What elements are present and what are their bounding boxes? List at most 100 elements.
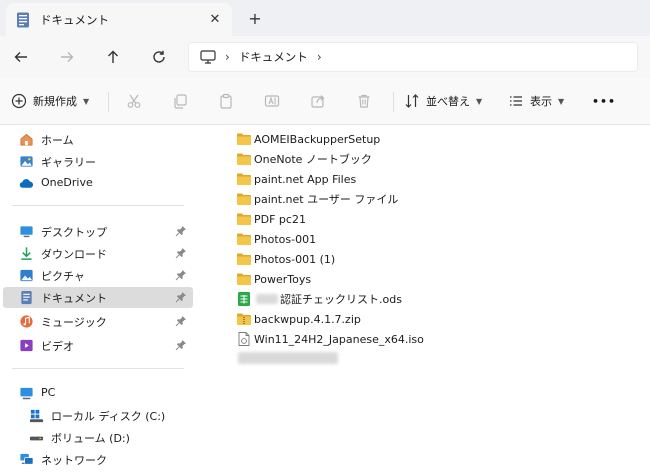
sidebar-item-pc[interactable]: PC [3,383,193,404]
sidebar-item-network[interactable]: ネットワーク [3,449,193,470]
redacted-text [256,294,278,304]
sidebar-item-home[interactable]: ホーム [3,129,193,150]
gallery-icon [20,156,33,167]
file-item[interactable]: PDF pc21 [236,209,536,229]
folder-icon [237,253,251,265]
rename-button[interactable] [264,90,280,112]
pin-icon[interactable] [175,315,187,327]
sidebar-item-local-disk-c[interactable]: ローカル ディスク (C:) [3,405,193,426]
sidebar-item-label: ピクチャ [41,270,85,283]
share-button[interactable] [310,90,326,112]
more-options-button[interactable]: ••• [592,90,616,112]
sidebar-item-music[interactable]: ミュージック [3,311,193,332]
file-list: AOMEIBackupperSetup OneNote ノートブック paint… [196,125,650,472]
sidebar-item-onedrive[interactable]: OneDrive [3,173,193,194]
sidebar-item-documents[interactable]: ドキュメント [3,287,193,308]
pin-icon[interactable] [175,269,187,281]
sort-icon [405,94,419,108]
tab-documents[interactable]: ドキュメント ✕ [6,3,232,36]
pc-icon [20,387,33,400]
file-item[interactable]: paint.net App Files [236,169,536,189]
view-label: 表示 [530,95,552,108]
divider [393,92,394,112]
pin-icon[interactable] [175,291,187,303]
videos-icon [20,339,33,352]
address-input[interactable]: › ドキュメント › [188,42,638,72]
sidebar-item-label: OneDrive [41,176,93,189]
folder-icon [237,233,251,245]
cut-button[interactable] [126,90,142,112]
breadcrumb-separator[interactable]: › [225,50,230,64]
sidebar-item-desktop[interactable]: デスクトップ [3,221,193,242]
pin-icon[interactable] [175,225,187,237]
folder-icon [237,193,251,205]
new-tab-button[interactable]: + [244,7,266,29]
pin-icon[interactable] [175,339,187,351]
file-item[interactable]: AOMEIBackupperSetup [236,129,536,149]
sidebar-item-label: ボリューム (D:) [51,432,130,445]
download-icon [21,247,32,260]
documents-icon [21,290,32,305]
back-button[interactable] [9,45,33,69]
view-button[interactable]: 表示 ▼ [508,90,564,112]
refresh-button[interactable] [147,45,171,69]
file-item[interactable]: PowerToys [236,269,536,289]
sidebar-item-label: ダウンロード [41,248,107,261]
scissors-icon [127,94,141,108]
share-icon [311,95,325,108]
sidebar-item-label: ホーム [41,134,74,147]
chevron-down-icon: ▼ [83,96,90,106]
sidebar-item-label: ビデオ [41,340,74,353]
pc-icon [200,50,216,64]
arrow-up-icon [108,50,118,63]
redacted-text [238,352,338,364]
divider [12,368,184,369]
paste-button[interactable] [218,90,234,112]
home-icon [20,133,33,146]
file-name: PowerToys [254,272,312,286]
drive-icon [29,436,44,441]
file-item[interactable]: paint.net ユーザー ファイル [236,189,536,209]
command-bar: 新規作成 ▼ 並べ替え ▼ 表示 ▼ ••• [0,78,650,125]
file-item[interactable]: Photos-001 [236,229,536,249]
folder-icon [237,173,251,185]
new-label: 新規作成 [33,95,77,108]
pin-icon[interactable] [175,247,187,259]
file-item[interactable]: Win11_24H2_Japanese_x64.iso [236,329,536,349]
file-item[interactable]: OneNote ノートブック [236,149,536,169]
sidebar-item-volume-d[interactable]: ボリューム (D:) [3,427,193,448]
divider [12,205,184,206]
file-item[interactable]: backwpup.4.1.7.zip [236,309,536,329]
up-button[interactable] [101,45,125,69]
forward-button[interactable] [55,45,79,69]
sort-label: 並べ替え [426,95,470,108]
sidebar-item-label: ローカル ディスク (C:) [51,410,166,423]
sidebar-item-gallery[interactable]: ギャラリー [3,151,193,172]
file-name: PDF pc21 [254,212,306,226]
folder-icon [237,153,251,165]
list-view-icon [510,96,522,106]
breadcrumb-expander[interactable]: › [317,50,322,64]
zip-folder-icon [237,313,251,325]
music-icon [20,315,33,328]
pictures-icon [20,269,33,282]
new-button[interactable]: 新規作成 ▼ [11,90,89,112]
sidebar-item-label: ネットワーク [41,454,107,467]
file-item[interactable]: Photos-001 (1) [236,249,536,269]
delete-button[interactable] [356,90,372,112]
windows-drive-icon [29,409,44,423]
breadcrumb-documents[interactable]: ドキュメント [239,49,308,65]
sort-button[interactable]: 並べ替え ▼ [404,90,482,112]
file-item[interactable]: 認証チェックリスト.ods [236,289,536,309]
file-name: AOMEIBackupperSetup [254,132,381,146]
copy-button[interactable] [172,90,188,112]
folder-icon [237,213,251,225]
sidebar-item-pictures[interactable]: ピクチャ [3,265,193,286]
sidebar-item-videos[interactable]: ビデオ [3,335,193,356]
file-name: paint.net App Files [254,172,357,186]
disc-image-icon [238,332,250,346]
refresh-icon [153,50,165,63]
close-tab-button[interactable]: ✕ [206,10,224,28]
tab-title: ドキュメント [40,12,109,27]
sidebar-item-downloads[interactable]: ダウンロード [3,243,193,264]
